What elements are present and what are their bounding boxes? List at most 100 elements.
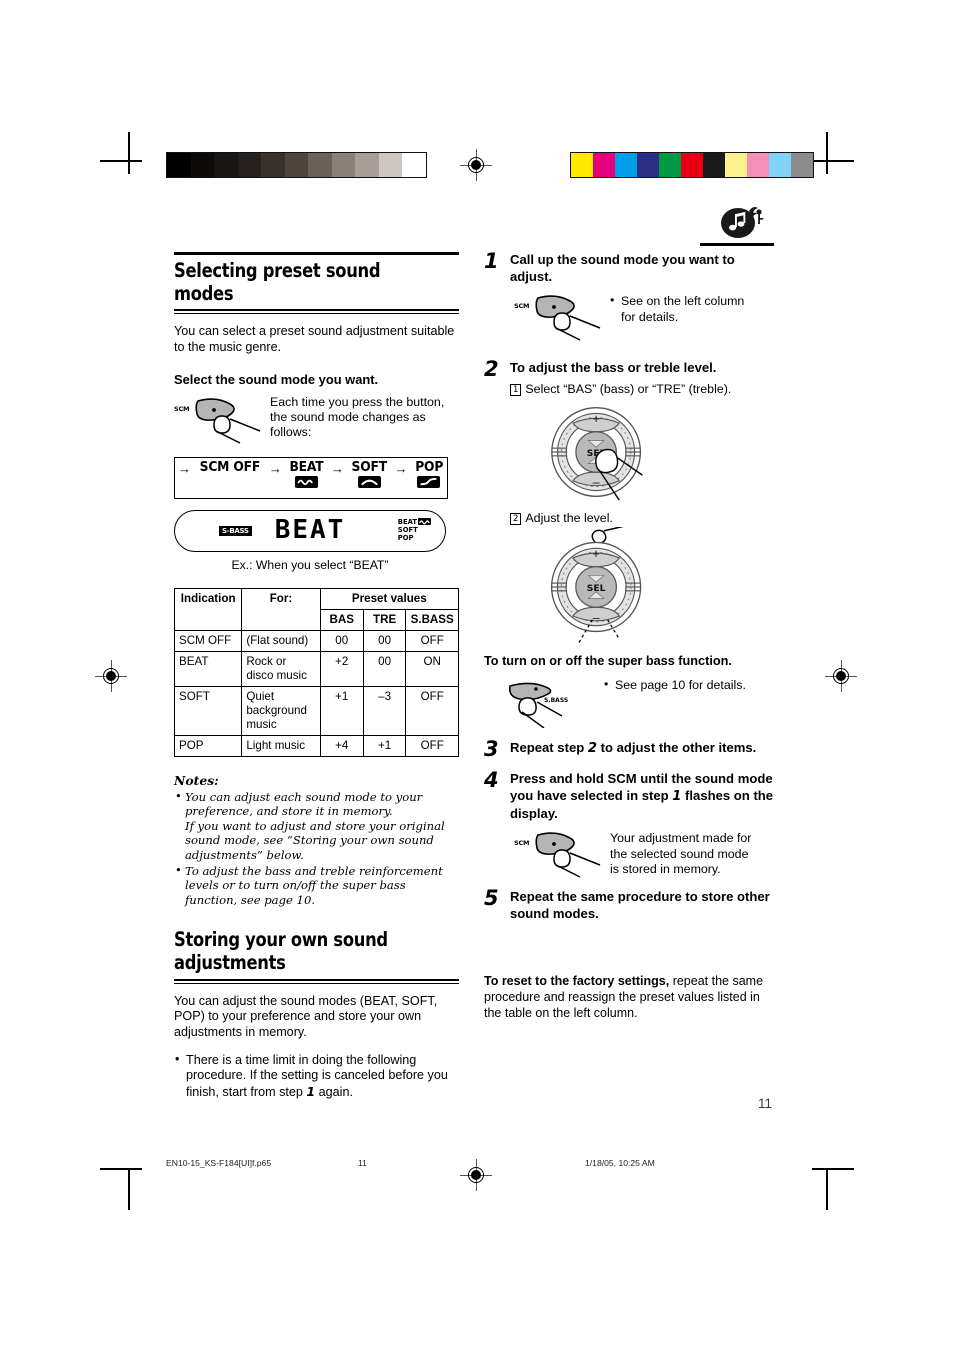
color-swatch-4 <box>659 153 681 177</box>
cell-tre: 00 <box>362 629 407 652</box>
svg-text:SEL: SEL <box>587 583 606 594</box>
wave-soft-icon <box>357 475 381 488</box>
display-indicator-beat: BEAT <box>397 517 417 526</box>
right-column: 1 Call up the sound mode you want to adj… <box>484 249 774 1021</box>
table-row: SCM OFF (Flat sound) 00 00 OFF <box>173 629 459 652</box>
svg-text:+: + <box>592 547 599 561</box>
col-header-tre: TRE <box>362 608 407 631</box>
step-3-title-post: to adjust the other items. <box>596 739 757 755</box>
superbass-heading: To turn on or off the super bass functio… <box>484 653 732 668</box>
display-indicator-soft: SOFT <box>397 526 418 534</box>
left-column: Selecting preset sound modes You can sel… <box>173 252 460 1101</box>
cell-bas: +4 <box>319 734 364 757</box>
flow-label-soft: SOFT <box>351 459 387 475</box>
registration-mark-right <box>825 660 857 692</box>
header-rule <box>700 243 774 246</box>
flow-label-scm-off: SCM OFF <box>199 459 261 475</box>
substep-text: Select “BAS” (bass) or “TRE” (treble). <box>525 381 732 396</box>
crop-mark-tr-v <box>826 132 828 174</box>
step-3: 3 Repeat step 2 to adjust the other item… <box>484 737 774 761</box>
cell-bas: +2 <box>319 650 364 687</box>
section2-rule-bottom <box>174 978 459 984</box>
flow-item-soft: SOFT <box>350 460 389 488</box>
col-header-for: For: <box>241 587 321 631</box>
display-example-caption: Ex.: When you select “BEAT” <box>231 557 389 572</box>
gray-swatch-10 <box>402 153 426 177</box>
step-4: 4 Press and hold SCM until the sound mod… <box>484 768 774 879</box>
crop-mark-bl-h <box>100 1168 142 1170</box>
scm-button-label: SCM <box>514 839 530 848</box>
color-swatch-1 <box>593 153 615 177</box>
step-3-ref-number: 2 <box>587 740 597 756</box>
display-mode-indicators: BEAT SOFT POP <box>398 518 431 543</box>
cell-sbass: ON <box>405 650 459 687</box>
dial-illustration-select: + – SEL <box>536 400 774 509</box>
step-2-substep-1: 1 Select “BAS” (bass) or “TRE” (treble). <box>510 382 774 396</box>
gray-swatch-8 <box>355 153 379 177</box>
note-item: You can adjust each sound mode to your p… <box>174 789 459 863</box>
flow-arrow-0: → <box>178 460 192 476</box>
registration-mark-top <box>460 149 492 181</box>
section1-rule-bottom <box>174 309 459 315</box>
substep-number: 2 <box>510 512 522 525</box>
gray-swatch-6 <box>308 153 332 177</box>
section1-intro: You can select a preset sound adjustment… <box>174 324 455 354</box>
color-swatch-7 <box>725 153 747 177</box>
footer-timestamp: 1/18/05, 10:25 AM <box>585 1158 655 1168</box>
section1-rule-top <box>174 252 459 255</box>
step-4-figure-row: SCM Your adjustment made for the selecte… <box>510 827 774 879</box>
preset-values-table: Indication For: Preset values BAS TRE S.… <box>173 587 460 757</box>
cell-sbass: OFF <box>405 685 459 736</box>
gray-swatch-2 <box>214 153 238 177</box>
cell-tre: +1 <box>362 734 407 757</box>
table-row: POP Light music +4 +1 OFF <box>173 734 459 757</box>
wave-beat-icon <box>418 518 431 526</box>
step-4-note: Your adjustment made for the selected so… <box>610 831 752 876</box>
step-2-title: To adjust the bass or treble level. <box>510 360 717 376</box>
step-5: 5 Repeat the same procedure to store oth… <box>484 886 774 922</box>
sbass-button-illustration: S.BASS <box>504 672 604 729</box>
crop-mark-tl-h <box>100 160 142 162</box>
flow-item-pop: POP <box>414 460 444 488</box>
cell-indication: SCM OFF <box>173 629 243 652</box>
flow-item-scm-off: SCM OFF <box>197 460 263 475</box>
wave-beat-icon <box>294 475 318 488</box>
col-header-preset-values: Preset values <box>319 587 460 610</box>
crop-mark-bl-v <box>128 1168 130 1210</box>
step-2: 2 To adjust the bass or treble level. 1 … <box>484 357 774 650</box>
color-swatch-0 <box>571 153 593 177</box>
note-line-1: You can adjust each sound mode to your p… <box>185 789 423 819</box>
cell-tre: 00 <box>362 650 407 687</box>
cell-bas: +1 <box>319 685 364 736</box>
cell-tre: –3 <box>362 685 407 736</box>
gray-swatch-3 <box>237 153 261 177</box>
dial-illustration-adjust: + – SEL <box>536 524 774 650</box>
color-calibration-bar <box>570 152 814 178</box>
gray-swatch-7 <box>331 153 355 177</box>
scm-button-illustration: SCM <box>514 827 610 879</box>
step-3-title: Repeat step 2 to adjust the other items. <box>510 740 774 758</box>
step-2-number: 2 <box>484 357 499 382</box>
page-canvas: Selecting preset sound modes You can sel… <box>0 0 954 1351</box>
table-row: SOFT Quiet background music +1 –3 OFF <box>173 685 459 736</box>
scm-button-label: SCM <box>174 404 190 413</box>
gray-swatch-5 <box>284 153 308 177</box>
step-1-note: See on the left column for details. <box>610 293 760 325</box>
cell-for: Quiet background music <box>241 685 321 736</box>
footer-page: 11 <box>358 1158 367 1168</box>
scm-button-label: SCM <box>514 302 530 311</box>
crop-mark-br-h <box>812 1168 854 1170</box>
scm-button-illustration: SCM <box>174 393 270 445</box>
col-header-bas: BAS <box>319 608 364 631</box>
flow-arrow-1: → <box>268 460 282 476</box>
step-3-title-pre: Repeat step <box>510 739 588 755</box>
note-line-1: To adjust the bass and treble reinforcem… <box>185 863 443 907</box>
svg-text:+: + <box>592 412 599 426</box>
scm-button-caption: Each time you press the button, the soun… <box>270 394 445 440</box>
flow-arrow-3: → <box>394 460 408 476</box>
color-swatch-3 <box>637 153 659 177</box>
sound-mode-flow-diagram: → SCM OFF → BEAT → SOFT → POP <box>174 456 448 499</box>
step-4-number: 4 <box>484 768 499 793</box>
section2-bullet: There is a time limit in doing the follo… <box>174 1052 459 1101</box>
music-note-bag-icon <box>716 198 768 242</box>
